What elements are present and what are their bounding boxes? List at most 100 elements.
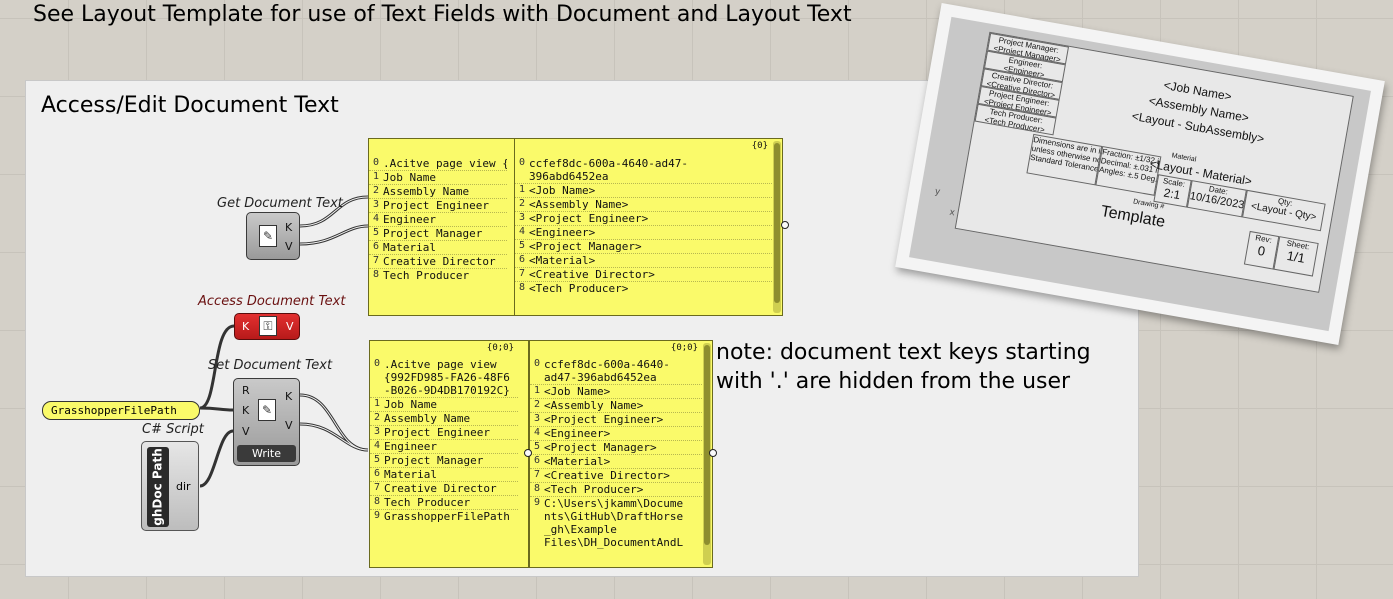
axis-x-label: x (948, 207, 956, 219)
grasshopper-file-path-param[interactable]: GrasshopperFilePath (42, 401, 200, 420)
panel-keys-top[interactable]: 0 .Acitve page view {1 Job Name 2 Assembly N… (368, 138, 518, 316)
panel-row-value: GrasshopperFilePath (384, 510, 510, 523)
tb-dims-note: Dimensions are in inches unless otherwis… (1026, 133, 1103, 186)
panel-row: 6 Material (370, 467, 518, 481)
panel-row: 3 Project Engineer (369, 198, 507, 212)
panel-row: 6 Material (369, 240, 507, 254)
panel-row: 7 <Creative Director> (530, 468, 702, 482)
panel-row-index: 2 (372, 185, 380, 196)
panel-row: 5 <Project Manager> (515, 239, 772, 253)
get-document-text-component[interactable]: ✎ K V (246, 212, 300, 260)
panel-row-index: 7 (373, 482, 381, 493)
panel-keys-bottom[interactable]: {0;0} 0 .Acitve page view {992FD985-FA26-… (369, 340, 529, 568)
panel-row-value: Project Engineer (383, 199, 489, 212)
panel-row: 4 <Engineer> (530, 426, 702, 440)
panel-row: 2 Assembly Name (370, 411, 518, 425)
panel-row-index: 4 (372, 213, 380, 224)
panel-row-value: <Project Engineer> (529, 212, 649, 225)
panel-row: 8 <Tech Producer> (530, 482, 702, 496)
panel-row: 0 .Acitve page view {992FD985-FA26-48F6 -… (370, 358, 518, 397)
panel-row-index: 5 (533, 441, 541, 452)
output-v[interactable]: V (286, 320, 294, 333)
panel-row-value: .Acitve page view {992FD985-FA26-48F6 -B… (384, 358, 510, 397)
input-k[interactable]: K (242, 320, 249, 333)
panel-row: 1 <Job Name> (515, 183, 772, 197)
panel-row-index: 6 (373, 468, 381, 479)
csharp-script-label: C# Script (142, 422, 204, 437)
panel-row-index: 1 (372, 171, 380, 182)
panel-row-index: 7 (533, 469, 541, 480)
panel-row-value: <Tech Producer> (544, 483, 644, 496)
panel-scrollbar[interactable] (773, 141, 781, 313)
panel-row-value: .Acitve page view { (383, 157, 507, 170)
panel-row-value: <Job Name> (544, 385, 611, 398)
panel-row-value: <Creative Director> (544, 469, 670, 482)
panel-row-index: 0 (533, 358, 541, 369)
panel-row-value: <Assembly Name> (544, 399, 644, 412)
panel-row-index: 1 (518, 184, 526, 195)
panel-row-value: <Job Name> (529, 184, 596, 197)
panel-path-tag: {0;0} (670, 343, 698, 353)
set-document-text-label: Set Document Text (208, 358, 333, 373)
panel-row-index: 8 (518, 282, 526, 293)
panel-row-value: Job Name (384, 398, 437, 411)
panel-rows: 0 .Acitve page view {992FD985-FA26-48F6 -… (370, 358, 518, 523)
panel-row-value: ccfef8dc-600a-4640- ad47-396abd6452ea (544, 358, 670, 384)
panel-row-value: <Engineer> (529, 226, 596, 239)
access-document-text-component[interactable]: K ⚿ V (234, 313, 300, 340)
panel-row-value: Project Engineer (384, 426, 490, 439)
panel-row: 6 <Material> (530, 454, 702, 468)
panel-row-index: 8 (372, 269, 380, 280)
output-v[interactable]: V (285, 419, 293, 432)
panel-values-top[interactable]: {0} 0 ccfef8dc-600a-4640-ad47- 396abd6452… (514, 138, 783, 316)
panel-row-index: 5 (372, 227, 380, 238)
panel-row-value: Assembly Name (384, 412, 471, 425)
output-k[interactable]: K (285, 221, 292, 234)
panel-row-value: <Project Manager> (529, 240, 642, 253)
set-document-text-component[interactable]: R K V ✎ K V Write (233, 378, 300, 466)
panel-row-value: ccfef8dc-600a-4640-ad47- 396abd6452ea (529, 157, 688, 183)
panel-row-index: 2 (533, 399, 541, 410)
panel-row: 3 <Project Engineer> (530, 412, 702, 426)
panel-row-value: Material (383, 241, 436, 254)
panel-row-index: 5 (518, 240, 526, 251)
panel-row: 1 Job Name (369, 170, 507, 184)
document-text-icon: ✎ (259, 225, 277, 247)
panel-row-value: Tech Producer (384, 496, 471, 509)
panel-row-value: <Tech Producer> (529, 282, 629, 295)
panel-output-grip[interactable] (524, 449, 532, 457)
panel-output-grip[interactable] (709, 449, 717, 457)
output-dir[interactable]: dir (176, 480, 191, 493)
output-v[interactable]: V (285, 240, 293, 253)
panel-row-value: Creative Director (384, 482, 497, 495)
panel-values-bottom[interactable]: {0;0} 0 ccfef8dc-600a-4640- ad47-396abd64… (529, 340, 713, 568)
panel-row-index: 0 (373, 358, 381, 369)
panel-row: 4 Engineer (369, 212, 507, 226)
panel-row: 2 <Assembly Name> (515, 197, 772, 211)
panel-row-index: 4 (373, 440, 381, 451)
panel-path-tag: {0;0} (486, 343, 514, 353)
panel-row: 0 ccfef8dc-600a-4640-ad47- 396abd6452ea (515, 157, 772, 183)
write-button[interactable]: Write (237, 445, 296, 462)
panel-row: 4 <Engineer> (515, 225, 772, 239)
csharp-script-component[interactable]: ghDoc Path dir (141, 441, 199, 531)
input-k[interactable]: K (242, 404, 249, 417)
csharp-script-name: ghDoc Path (147, 447, 169, 527)
panel-row-index: 3 (533, 413, 541, 424)
output-k[interactable]: K (285, 390, 292, 403)
panel-row-value: Job Name (383, 171, 436, 184)
input-r[interactable]: R (242, 384, 250, 397)
tb-qty: Qty: <Layout - Qty> (1242, 189, 1326, 232)
panel-row-index: 2 (518, 198, 526, 209)
panel-output-grip[interactable] (781, 221, 789, 229)
panel-row-value: <Project Manager> (544, 441, 657, 454)
panel-row-index: 3 (372, 199, 380, 210)
panel-row-value: Engineer (383, 213, 436, 226)
input-v[interactable]: V (242, 425, 250, 438)
panel-row-index: 6 (518, 254, 526, 265)
panel-row: 2 <Assembly Name> (530, 398, 702, 412)
panel-rows: 0 .Acitve page view {1 Job Name 2 Assembly N… (369, 157, 507, 282)
panel-row-value: <Engineer> (544, 427, 611, 440)
tb-sheet: Sheet: 1/1 (1273, 236, 1319, 277)
axis-y-label: y (933, 186, 941, 198)
